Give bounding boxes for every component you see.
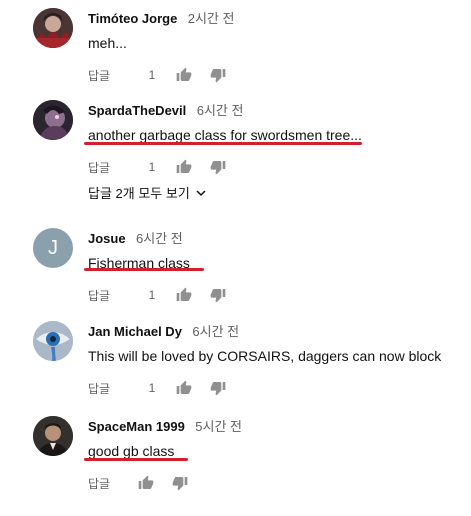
comment-time[interactable]: 2시간 전 xyxy=(188,11,235,26)
view-replies-button[interactable]: 답글 2개 모두 보기 xyxy=(88,183,207,202)
thumb-down-icon[interactable] xyxy=(172,475,188,491)
avatar-letter: J xyxy=(48,236,58,259)
comment-text: meh... xyxy=(88,35,127,51)
reply-button[interactable]: 답글 xyxy=(88,159,138,176)
highlight-underline xyxy=(84,268,204,271)
comment-header: Jan Michael Dy 6시간 전 xyxy=(88,323,239,341)
comment-item: J Josue 6시간 전 Fisherman class 답글 1 xyxy=(0,228,471,328)
avatar[interactable] xyxy=(33,100,73,140)
thumb-up-icon[interactable] xyxy=(176,159,192,175)
avatar[interactable]: J xyxy=(33,228,73,268)
avatar[interactable] xyxy=(33,321,73,361)
reply-button[interactable]: 답글 xyxy=(88,380,138,397)
chevron-down-icon xyxy=(195,187,207,199)
like-count: 1 xyxy=(148,160,156,174)
reply-button[interactable]: 답글 xyxy=(88,287,138,304)
avatar[interactable] xyxy=(33,416,73,456)
comment-time[interactable]: 5시간 전 xyxy=(195,419,242,434)
thumb-up-icon[interactable] xyxy=(138,475,154,491)
comment-item: SpaceMan 1999 5시간 전 good gb class 답글 xyxy=(0,416,471,516)
like-count: 1 xyxy=(148,381,156,395)
comment-actions: 답글 xyxy=(88,473,188,493)
man-portrait-avatar-icon xyxy=(33,416,73,456)
dark-character-avatar-icon xyxy=(33,8,73,48)
reply-button[interactable]: 답글 xyxy=(88,67,138,84)
like-count: 1 xyxy=(148,68,156,82)
thumb-down-icon[interactable] xyxy=(210,287,226,303)
comment-author[interactable]: Jan Michael Dy xyxy=(88,324,182,339)
avatar[interactable] xyxy=(33,8,73,48)
purple-character-avatar-icon xyxy=(33,100,73,140)
reply-button[interactable]: 답글 xyxy=(88,475,138,492)
comment-author[interactable]: Timóteo Jorge xyxy=(88,11,177,26)
highlight-underline xyxy=(84,142,362,145)
comment-time[interactable]: 6시간 전 xyxy=(136,231,183,246)
comment-header: Timóteo Jorge 2시간 전 xyxy=(88,10,235,28)
comment-actions: 답글 1 xyxy=(88,65,226,85)
thumb-down-icon[interactable] xyxy=(210,67,226,83)
comment-header: Josue 6시간 전 xyxy=(88,230,183,248)
thumb-up-icon[interactable] xyxy=(176,380,192,396)
comment-item: Timóteo Jorge 2시간 전 meh... 답글 1 xyxy=(0,8,471,108)
comment-item: Jan Michael Dy 6시간 전 This will be loved … xyxy=(0,321,471,421)
comment-time[interactable]: 6시간 전 xyxy=(197,103,244,118)
comment-text: This will be loved by CORSAIRS, daggers … xyxy=(88,348,442,364)
like-count: 1 xyxy=(148,288,156,302)
comment-actions: 답글 1 xyxy=(88,285,226,305)
blue-eye-avatar-icon xyxy=(33,321,73,361)
comment-header: SpardaTheDevil 6시간 전 xyxy=(88,102,243,120)
thumb-up-icon[interactable] xyxy=(176,67,192,83)
thumb-down-icon[interactable] xyxy=(210,159,226,175)
comment-actions: 답글 1 xyxy=(88,378,226,398)
comment-header: SpaceMan 1999 5시간 전 xyxy=(88,418,242,436)
thumb-up-icon[interactable] xyxy=(176,287,192,303)
view-replies-label: 답글 2개 모두 보기 xyxy=(88,186,190,201)
comment-item: SpardaTheDevil 6시간 전 another garbage cla… xyxy=(0,100,471,200)
comment-actions: 답글 1 xyxy=(88,157,226,177)
comment-author[interactable]: Josue xyxy=(88,231,126,246)
thumb-down-icon[interactable] xyxy=(210,380,226,396)
highlight-underline xyxy=(84,458,188,461)
comment-author[interactable]: SpaceMan 1999 xyxy=(88,419,185,434)
comment-author[interactable]: SpardaTheDevil xyxy=(88,103,186,118)
comment-time[interactable]: 6시간 전 xyxy=(192,324,239,339)
